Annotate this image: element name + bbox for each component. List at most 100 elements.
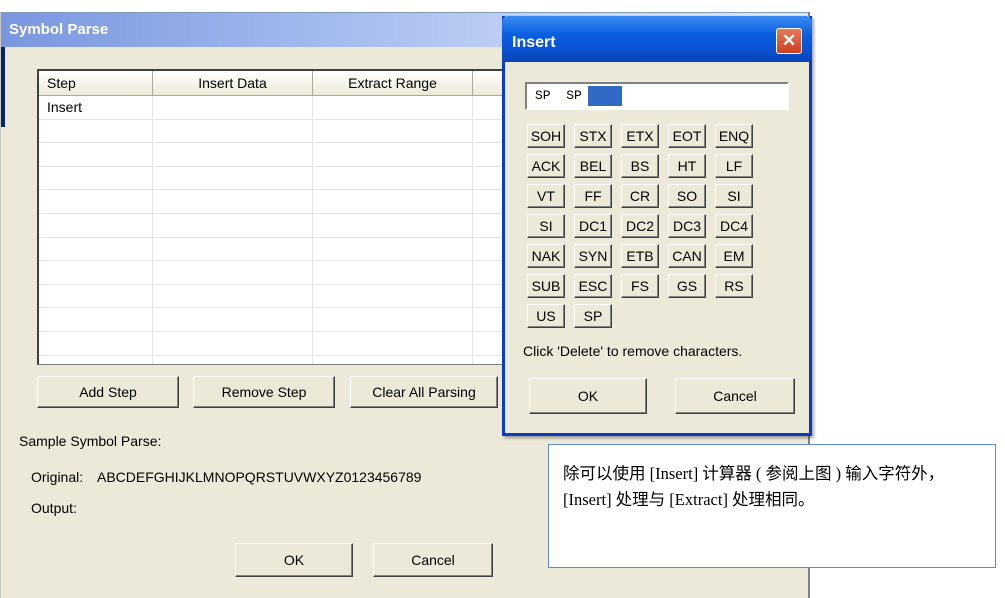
- table-cell: [313, 308, 473, 331]
- char-button-dc2[interactable]: DC2: [621, 214, 659, 238]
- table-cell: [313, 355, 473, 364]
- window-edge: [1, 47, 5, 127]
- table-cell: [153, 331, 313, 355]
- table-row[interactable]: [39, 331, 556, 356]
- table-row[interactable]: [39, 308, 556, 332]
- annotation-note: 除可以使用 [Insert] 计算器 ( 参阅上图 ) 输入字符外， [Inse…: [548, 444, 996, 568]
- table-row[interactable]: [39, 355, 556, 364]
- table-cell: [153, 190, 313, 213]
- add-step-button[interactable]: Add Step: [37, 376, 179, 408]
- table-cell: [313, 284, 473, 308]
- table-cell: [153, 261, 313, 284]
- char-button-gs[interactable]: GS: [668, 274, 706, 298]
- table-cell: [39, 355, 153, 364]
- char-button-etb[interactable]: ETB: [621, 244, 659, 268]
- char-button-dc4[interactable]: DC4: [715, 214, 753, 238]
- table-cell: [313, 166, 473, 190]
- char-button-can[interactable]: CAN: [668, 244, 706, 268]
- char-button-sp[interactable]: SP: [574, 304, 612, 328]
- char-button-dc3[interactable]: DC3: [668, 214, 706, 238]
- ok-button[interactable]: OK: [235, 543, 353, 577]
- column-header-extract-range[interactable]: Extract Range: [313, 71, 473, 95]
- column-header-insert-data[interactable]: Insert Data: [153, 71, 313, 95]
- remove-step-button[interactable]: Remove Step: [193, 376, 335, 408]
- table-row[interactable]: Insert: [39, 96, 556, 120]
- insert-cancel-button[interactable]: Cancel: [675, 378, 795, 414]
- close-icon[interactable]: ✕: [776, 28, 802, 54]
- table-cell: [39, 284, 153, 308]
- char-button-lf[interactable]: LF: [715, 154, 753, 178]
- table-cell: [153, 143, 313, 166]
- char-button-ff[interactable]: FF: [574, 184, 612, 208]
- char-button-syn[interactable]: SYN: [574, 244, 612, 268]
- char-button-sub[interactable]: SUB: [527, 274, 565, 298]
- table-cell: [39, 143, 153, 166]
- table-row[interactable]: [39, 190, 556, 214]
- steps-table[interactable]: Step Insert Data Extract Range Insert: [37, 69, 557, 365]
- char-button-dc1[interactable]: DC1: [574, 214, 612, 238]
- table-cell: [313, 261, 473, 284]
- table-cell: [39, 261, 153, 284]
- table-cell: [39, 308, 153, 331]
- char-button-us[interactable]: US: [527, 304, 565, 328]
- char-button-cr[interactable]: CR: [621, 184, 659, 208]
- char-button-so[interactable]: SO: [668, 184, 706, 208]
- table-cell: [153, 308, 313, 331]
- original-value: ABCDEFGHIJKLMNOPQRSTUVWXYZ0123456789: [97, 469, 422, 485]
- output-label: Output:: [31, 500, 77, 516]
- char-button-etx[interactable]: ETX: [621, 124, 659, 148]
- clear-all-parsing-button[interactable]: Clear All Parsing: [350, 376, 498, 408]
- char-button-fs[interactable]: FS: [621, 274, 659, 298]
- table-cell: [313, 331, 473, 355]
- char-button-bs[interactable]: BS: [621, 154, 659, 178]
- table-row[interactable]: [39, 284, 556, 309]
- insert-dialog: Insert ✕ SP SP SOH STX ETX EOT ENQ ACK BEL BS HT…: [502, 16, 812, 436]
- table-row[interactable]: [39, 143, 556, 167]
- insert-input-text: SP SP: [535, 88, 582, 103]
- insert-ok-button[interactable]: OK: [529, 378, 647, 414]
- table-row[interactable]: [39, 213, 556, 238]
- table-cell: [313, 237, 473, 261]
- char-button-si[interactable]: SI: [715, 184, 753, 208]
- table-row[interactable]: [39, 237, 556, 262]
- table-cell: [313, 119, 473, 143]
- table-cell: [153, 355, 313, 364]
- table-cell: [153, 166, 313, 190]
- table-cell: [39, 190, 153, 213]
- table-cell: [153, 237, 313, 261]
- char-button-soh[interactable]: SOH: [527, 124, 565, 148]
- sample-symbol-parse-label: Sample Symbol Parse:: [19, 433, 162, 449]
- char-button-rs[interactable]: RS: [715, 274, 753, 298]
- cancel-button[interactable]: Cancel: [373, 543, 493, 577]
- char-button-si[interactable]: SI: [527, 214, 565, 238]
- table-cell: [153, 96, 313, 119]
- table-cell: [39, 119, 153, 143]
- char-button-eot[interactable]: EOT: [668, 124, 706, 148]
- selection-highlight: [587, 85, 622, 106]
- table-header: Step Insert Data Extract Range: [39, 71, 556, 96]
- insert-input[interactable]: SP SP: [525, 82, 789, 110]
- table-row[interactable]: [39, 119, 556, 144]
- table-cell: [39, 213, 153, 237]
- table-cell: Insert: [39, 96, 153, 119]
- char-button-esc[interactable]: ESC: [574, 274, 612, 298]
- table-row[interactable]: [39, 166, 556, 191]
- char-button-enq[interactable]: ENQ: [715, 124, 753, 148]
- table-cell: [313, 143, 473, 166]
- column-header-step[interactable]: Step: [39, 71, 153, 95]
- insert-title-text: Insert: [512, 34, 556, 51]
- delete-hint: Click 'Delete' to remove characters.: [523, 343, 743, 359]
- table-row[interactable]: [39, 261, 556, 285]
- table-cell: [153, 284, 313, 308]
- char-button-nak[interactable]: NAK: [527, 244, 565, 268]
- table-cell: [313, 213, 473, 237]
- char-button-ack[interactable]: ACK: [527, 154, 565, 178]
- char-button-vt[interactable]: VT: [527, 184, 565, 208]
- table-cell: [153, 213, 313, 237]
- char-button-em[interactable]: EM: [715, 244, 753, 268]
- table-cell: [313, 96, 473, 119]
- insert-dialog-title: Insert ✕: [502, 16, 812, 62]
- char-button-ht[interactable]: HT: [668, 154, 706, 178]
- char-button-stx[interactable]: STX: [574, 124, 612, 148]
- char-button-bel[interactable]: BEL: [574, 154, 612, 178]
